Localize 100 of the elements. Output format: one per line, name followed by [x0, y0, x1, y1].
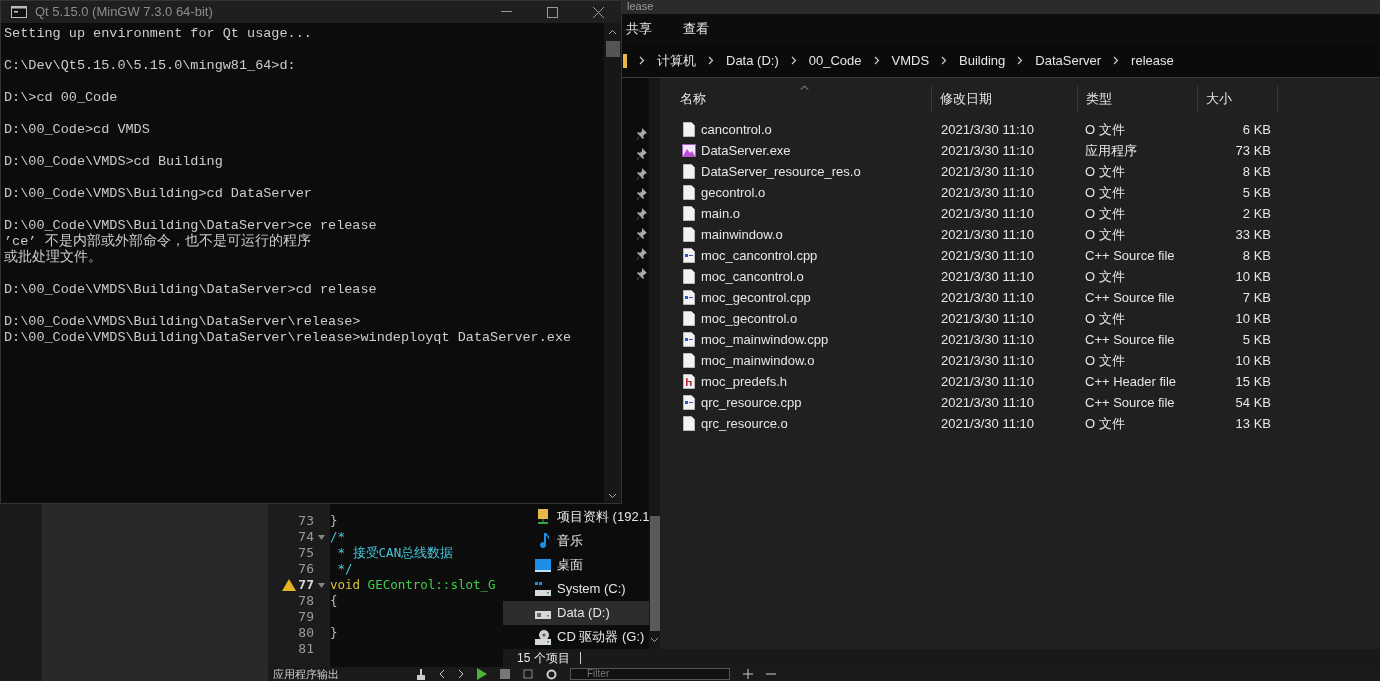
column-header[interactable]: 修改日期: [932, 86, 1078, 112]
console-line: Setting up environment for Qt usage...: [4, 26, 313, 42]
file-date: 2021/3/30 11:10: [941, 163, 1034, 179]
file-size: 5 KB: [1242, 183, 1271, 202]
console-line: ’ce’ 不是内部或外部命令，也不是可运行的程序: [4, 234, 312, 249]
file-date: 2021/3/30 11:10: [941, 310, 1034, 326]
file-name: gecontrol.o: [701, 183, 766, 202]
file-size: 13 KB: [1235, 414, 1271, 433]
filter-field[interactable]: Filter: [570, 668, 730, 680]
line-number: 78: [298, 592, 314, 611]
code-line: void GEControl::slot_G: [330, 575, 496, 594]
file-type: C++ Source file: [1085, 247, 1175, 263]
file-date: 2021/3/30 11:10: [941, 268, 1034, 284]
file-name: cancontrol.o: [701, 120, 772, 139]
file-name: moc_mainwindow.o: [701, 351, 815, 370]
console-line: D:\00_Code\VMDS\Building\DataServer>ce release: [4, 218, 378, 233]
line-number: 74: [298, 528, 314, 547]
console-line: D:\>cd 00_Code: [4, 90, 119, 106]
breadcrumb-item[interactable]: Building: [959, 50, 1006, 71]
file-size: 10 KB: [1235, 267, 1271, 286]
ribbon-tab[interactable]: 共享: [626, 19, 652, 39]
code-line: /*: [330, 527, 346, 546]
line-number: 80: [298, 624, 314, 643]
console-line: C:\Dev\Qt5.15.0\5.15.0\mingw81_64>d:: [4, 58, 297, 74]
nav-item[interactable]: 项目资料 (192.1: [503, 505, 650, 529]
file-size: 6 KB: [1242, 120, 1271, 139]
file-name: mainwindow.o: [701, 225, 783, 244]
file-type: C++ Source file: [1085, 331, 1175, 347]
console-line: D:\00_Code\VMDS\Building>cd DataServer: [4, 186, 313, 202]
item-count: 15 个项目: [517, 650, 570, 667]
code-line: {: [330, 591, 338, 610]
nav-item[interactable]: Data (D:): [503, 601, 650, 625]
file-date: 2021/3/30 11:10: [941, 415, 1034, 431]
file-type: O 文件: [1085, 163, 1125, 179]
console-line: D:\00_Code\VMDS>cd Building: [4, 154, 224, 170]
file-type: O 文件: [1085, 121, 1125, 137]
line-number: 76: [298, 560, 314, 579]
breadcrumb-item[interactable]: Data (D:): [726, 50, 779, 71]
file-date: 2021/3/30 11:10: [941, 289, 1034, 305]
file-name: moc_gecontrol.o: [701, 309, 798, 328]
file-name: DataServer.exe: [701, 141, 791, 160]
file-type: O 文件: [1085, 352, 1125, 368]
nav-item[interactable]: 桌面: [503, 553, 650, 577]
column-header[interactable]: 大小: [1198, 86, 1278, 112]
file-name: qrc_resource.cpp: [701, 393, 802, 412]
file-date: 2021/3/30 11:10: [941, 205, 1034, 221]
code-line: }: [330, 511, 338, 530]
file-date: 2021/3/30 11:10: [941, 142, 1034, 158]
file-size: 15 KB: [1235, 372, 1271, 391]
file-type: C++ Source file: [1085, 289, 1175, 305]
file-type: 应用程序: [1085, 142, 1137, 158]
file-size: 7 KB: [1242, 288, 1271, 307]
breadcrumb-item[interactable]: release: [1131, 50, 1174, 71]
file-size: 10 KB: [1235, 351, 1271, 370]
column-header[interactable]: 名称: [672, 86, 932, 112]
file-size: 8 KB: [1242, 162, 1271, 181]
file-type: O 文件: [1085, 184, 1125, 200]
file-name: moc_gecontrol.cpp: [701, 288, 811, 307]
file-type: O 文件: [1085, 226, 1125, 242]
file-size: 8 KB: [1242, 246, 1271, 265]
window-title: Qt 5.15.0 (MinGW 7.3.0 64-bit): [35, 3, 213, 22]
line-number: 81: [298, 640, 314, 659]
breadcrumb-item[interactable]: 00_Code: [808, 50, 862, 71]
file-name: main.o: [701, 204, 741, 223]
breadcrumb-item[interactable]: 计算机: [657, 50, 696, 71]
column-header[interactable]: 类型: [1078, 86, 1198, 112]
console-line: D:\00_Code\VMDS\Building\DataServer\release>: [4, 314, 362, 330]
file-date: 2021/3/30 11:10: [941, 394, 1034, 410]
nav-item[interactable]: 音乐: [503, 529, 650, 553]
console-line: D:\00_Code>cd VMDS: [4, 122, 151, 138]
file-size: 33 KB: [1235, 225, 1271, 244]
code-line: }: [330, 623, 338, 642]
line-number: 73: [298, 512, 314, 531]
console-line: D:\00_Code\VMDS\Building\DataServer\release>windeployqt DataServer.exe: [4, 330, 573, 346]
file-size: 10 KB: [1235, 309, 1271, 328]
nav-item[interactable]: System (C:): [503, 577, 650, 601]
file-size: 73 KB: [1235, 141, 1271, 160]
file-date: 2021/3/30 11:10: [941, 373, 1034, 389]
nav-item[interactable]: CD 驱动器 (G:): [503, 625, 650, 649]
output-pane-title: 应用程序输出: [272, 667, 340, 681]
file-size: 5 KB: [1242, 330, 1271, 349]
file-name: DataServer_resource_res.o: [701, 162, 861, 181]
breadcrumb-item[interactable]: VMDS: [891, 50, 930, 71]
line-number: 75: [298, 544, 314, 563]
code-line: * 接受CAN总线数据: [336, 543, 454, 562]
console-line: 或批处理文件。: [4, 250, 103, 266]
breadcrumb-item[interactable]: DataServer: [1035, 50, 1102, 71]
code-line: */: [336, 559, 353, 578]
file-type: C++ Source file: [1085, 394, 1175, 410]
file-size: 2 KB: [1242, 204, 1271, 223]
line-number: 77: [298, 576, 314, 595]
ribbon-tab[interactable]: 查看: [683, 19, 709, 39]
line-number: 79: [298, 608, 314, 627]
file-date: 2021/3/30 11:10: [941, 352, 1034, 368]
file-date: 2021/3/30 11:10: [941, 331, 1034, 347]
file-type: O 文件: [1085, 268, 1125, 284]
file-type: O 文件: [1085, 310, 1125, 326]
file-date: 2021/3/30 11:10: [941, 121, 1034, 137]
file-size: 54 KB: [1235, 393, 1271, 412]
file-type: C++ Header file: [1085, 373, 1177, 389]
